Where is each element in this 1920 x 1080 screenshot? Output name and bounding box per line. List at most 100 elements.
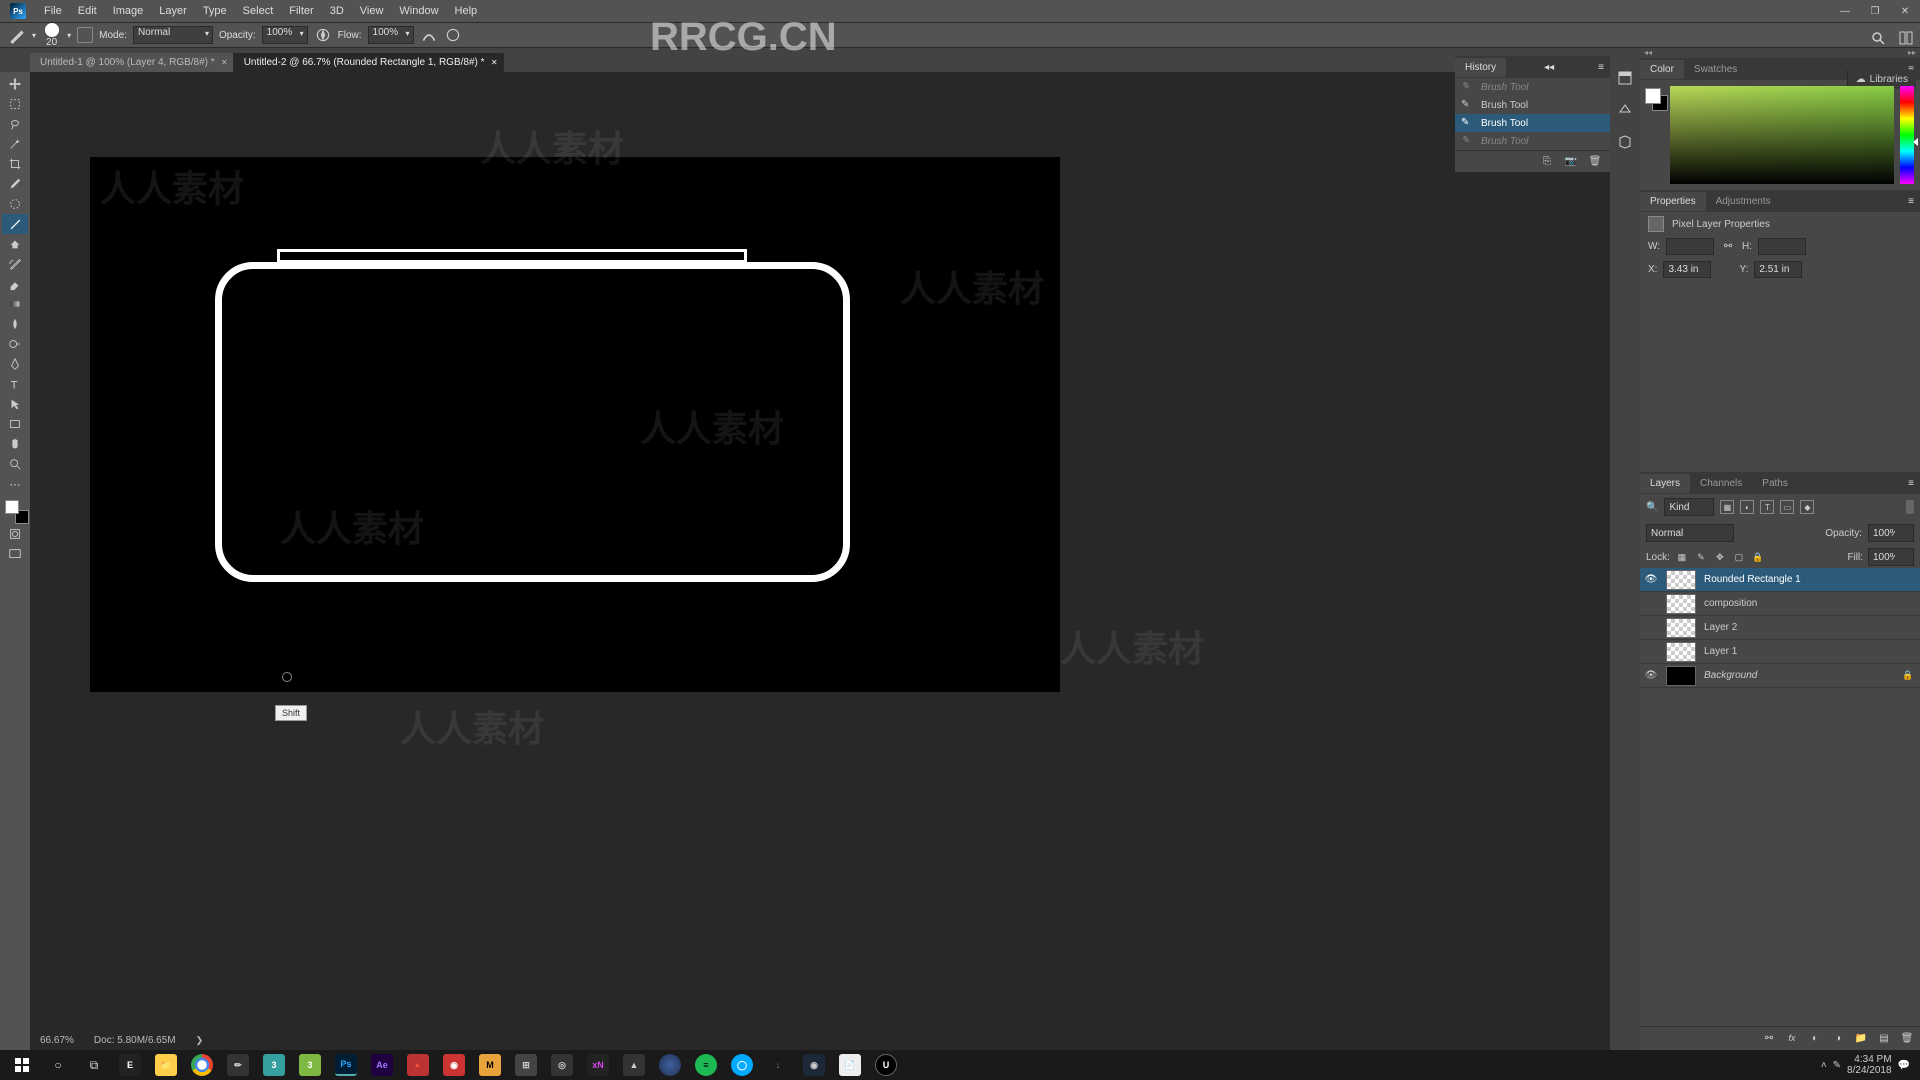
spot-heal-tool[interactable] xyxy=(2,194,28,214)
move-tool[interactable] xyxy=(2,74,28,94)
visibility-toggle-icon[interactable]: 👁 xyxy=(1640,646,1662,657)
layer-row[interactable]: 👁 Layer 1 xyxy=(1640,640,1920,664)
pressure-opacity-icon[interactable] xyxy=(314,26,332,44)
path-select-tool[interactable] xyxy=(2,394,28,414)
doc-info[interactable]: Doc: 5.80M/6.65M xyxy=(94,1035,176,1046)
lock-pixels-icon[interactable]: ✎ xyxy=(1694,550,1708,564)
window-close-button[interactable]: ✕ xyxy=(1890,0,1920,22)
pressure-size-icon[interactable] xyxy=(444,26,462,44)
collapsed-panel-icon[interactable] xyxy=(1615,132,1635,152)
layer-thumbnail[interactable] xyxy=(1666,642,1696,662)
layer-name[interactable]: Rounded Rectangle 1 xyxy=(1700,574,1920,585)
magic-wand-tool[interactable] xyxy=(2,134,28,154)
foreground-color-icon[interactable] xyxy=(1645,88,1661,104)
pen-tool[interactable] xyxy=(2,354,28,374)
flow-select[interactable]: 100% xyxy=(368,26,414,44)
status-flyout-icon[interactable]: ❯ xyxy=(196,1035,204,1046)
color-tab[interactable]: Color xyxy=(1640,60,1684,79)
menu-file[interactable]: File xyxy=(36,2,70,20)
eyedropper-tool[interactable] xyxy=(2,174,28,194)
menu-edit[interactable]: Edit xyxy=(70,2,105,20)
layer-name[interactable]: Layer 2 xyxy=(1700,622,1920,633)
layer-thumbnail[interactable] xyxy=(1666,666,1696,686)
blend-mode-select[interactable]: Normal xyxy=(133,26,213,44)
opacity-select[interactable]: 100% xyxy=(262,26,308,44)
snapshot-icon[interactable]: 📷 xyxy=(1564,156,1578,167)
blur-tool[interactable] xyxy=(2,314,28,334)
menu-image[interactable]: Image xyxy=(105,2,152,20)
quickmask-icon[interactable] xyxy=(2,524,28,544)
taskbar-app[interactable]: ✏ xyxy=(220,1051,256,1079)
taskbar-app[interactable]: ↓ xyxy=(760,1051,796,1079)
crop-tool[interactable] xyxy=(2,154,28,174)
layer-row[interactable]: 👁 composition xyxy=(1640,592,1920,616)
collapsed-panel-icon[interactable] xyxy=(1615,68,1635,88)
layer-opacity-select[interactable]: 100% xyxy=(1868,524,1914,542)
filter-adjust-icon[interactable]: ◐ xyxy=(1740,500,1754,514)
adjustment-layer-icon[interactable]: ◑ xyxy=(1831,1033,1845,1044)
layer-thumbnail[interactable] xyxy=(1666,594,1696,614)
window-minimize-button[interactable]: — xyxy=(1830,0,1860,22)
history-tab[interactable]: History xyxy=(1455,58,1506,77)
menu-type[interactable]: Type xyxy=(195,2,235,20)
visibility-toggle-icon[interactable]: 👁 xyxy=(1640,598,1662,609)
close-tab-icon[interactable]: ✕ xyxy=(221,58,228,67)
system-clock[interactable]: 4:34 PM 8/24/2018 xyxy=(1847,1054,1892,1076)
dodge-tool[interactable] xyxy=(2,334,28,354)
layer-row[interactable]: 👁 Background 🔒 xyxy=(1640,664,1920,688)
taskbar-app[interactable] xyxy=(652,1051,688,1079)
rectangle-tool[interactable] xyxy=(2,414,28,434)
history-brush-tool[interactable] xyxy=(2,254,28,274)
lock-position-icon[interactable]: ✥ xyxy=(1713,550,1727,564)
history-item[interactable]: ✎Brush Tool xyxy=(1455,114,1610,132)
taskbar-app-chrome[interactable] xyxy=(184,1051,220,1079)
height-input[interactable] xyxy=(1758,238,1806,255)
swatches-tab[interactable]: Swatches xyxy=(1684,60,1747,79)
delete-state-icon[interactable]: 🗑 xyxy=(1588,156,1602,167)
menu-filter[interactable]: Filter xyxy=(281,2,321,20)
menu-layer[interactable]: Layer xyxy=(151,2,195,20)
brush-tool[interactable] xyxy=(2,214,28,234)
properties-tab[interactable]: Properties xyxy=(1640,192,1706,211)
color-swatches[interactable] xyxy=(5,500,29,524)
filter-pixel-icon[interactable]: ▦ xyxy=(1720,500,1734,514)
taskbar-app-aftereffects[interactable]: Ae xyxy=(364,1051,400,1079)
taskbar-app[interactable]: ◯ xyxy=(724,1051,760,1079)
channels-tab[interactable]: Channels xyxy=(1690,474,1752,493)
arrange-docs-icon[interactable] xyxy=(1896,28,1916,48)
lock-artboard-icon[interactable]: ▢ xyxy=(1732,550,1746,564)
canvas[interactable]: Shift xyxy=(90,157,1060,692)
filter-shape-icon[interactable]: ▭ xyxy=(1780,500,1794,514)
cortana-icon[interactable]: ○ xyxy=(40,1051,76,1079)
history-item[interactable]: ✎Brush Tool xyxy=(1455,132,1610,150)
type-tool[interactable]: T xyxy=(2,374,28,394)
clone-stamp-tool[interactable] xyxy=(2,234,28,254)
width-input[interactable] xyxy=(1666,238,1714,255)
delete-layer-icon[interactable]: 🗑 xyxy=(1900,1033,1914,1044)
taskbar-app[interactable]: 📄 xyxy=(832,1051,868,1079)
eraser-tool[interactable] xyxy=(2,274,28,294)
lasso-tool[interactable] xyxy=(2,114,28,134)
airbrush-icon[interactable] xyxy=(420,26,438,44)
taskbar-app-explorer[interactable]: 📁 xyxy=(148,1051,184,1079)
taskbar-app[interactable]: 3 xyxy=(256,1051,292,1079)
layer-name[interactable]: Background xyxy=(1700,670,1902,681)
color-field[interactable] xyxy=(1670,86,1894,184)
marquee-tool[interactable] xyxy=(2,94,28,114)
taskbar-app[interactable]: ▲ xyxy=(616,1051,652,1079)
edit-toolbar-icon[interactable]: ⋯ xyxy=(2,474,28,494)
visibility-toggle-icon[interactable]: 👁 xyxy=(1640,670,1662,681)
tool-indicator-brush-icon[interactable] xyxy=(8,26,26,44)
zoom-tool[interactable] xyxy=(2,454,28,474)
taskbar-app-spotify[interactable]: ≡ xyxy=(688,1051,724,1079)
paths-tab[interactable]: Paths xyxy=(1752,474,1798,493)
layer-thumbnail[interactable] xyxy=(1666,618,1696,638)
foreground-swatch[interactable] xyxy=(5,500,19,514)
blend-mode-select[interactable]: Normal xyxy=(1646,524,1734,542)
taskbar-app[interactable]: ⊞ xyxy=(508,1051,544,1079)
task-view-icon[interactable]: ⧉ xyxy=(76,1051,112,1079)
mask-icon[interactable]: ◐ xyxy=(1808,1033,1822,1044)
taskbar-app[interactable]: ◉ xyxy=(436,1051,472,1079)
taskbar-app[interactable]: 3 xyxy=(292,1051,328,1079)
fx-icon[interactable]: fx xyxy=(1785,1033,1799,1044)
